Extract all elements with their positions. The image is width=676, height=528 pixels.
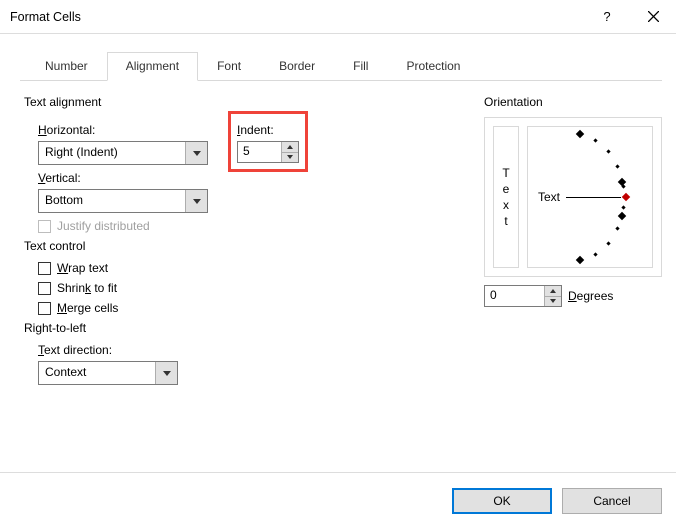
tab-protection[interactable]: Protection	[387, 52, 479, 81]
orientation-dial[interactable]: Text	[527, 126, 653, 268]
orientation-control[interactable]: T e x t Text	[484, 117, 662, 277]
spinner-down-icon[interactable]	[545, 296, 561, 307]
text-direction-select[interactable]: Context	[38, 361, 178, 385]
vertical-text-button[interactable]: T e x t	[493, 126, 519, 268]
orientation-title: Orientation	[484, 95, 662, 109]
spinner-up-icon[interactable]	[282, 142, 298, 152]
dial-line	[566, 197, 621, 198]
dial-tick	[618, 212, 626, 220]
checkbox-icon	[38, 302, 51, 315]
close-icon	[648, 11, 659, 22]
text-direction-value: Context	[39, 362, 155, 384]
horizontal-label: Horizontal:	[38, 123, 208, 137]
tabs: Number Alignment Font Border Fill Protec…	[20, 52, 662, 81]
shrink-check[interactable]: Shrink to fit	[38, 281, 464, 295]
cancel-button[interactable]: Cancel	[562, 488, 662, 514]
dial-pointer	[622, 193, 630, 201]
merge-check[interactable]: Merge cells	[38, 301, 464, 315]
dial-dot	[606, 149, 610, 153]
dial-dot	[621, 184, 625, 188]
checkbox-icon	[38, 282, 51, 295]
degrees-label: Degrees	[568, 289, 613, 303]
vertical-label: Vertical:	[38, 171, 208, 185]
spinner-down-icon[interactable]	[282, 152, 298, 163]
text-control-title: Text control	[24, 239, 464, 253]
checkbox-icon	[38, 262, 51, 275]
indent-highlight: Indent: 5	[228, 111, 308, 172]
dialog-footer: OK Cancel	[0, 472, 676, 528]
merge-label: Merge cells	[57, 301, 118, 315]
help-button[interactable]: ?	[584, 0, 630, 34]
degrees-value: 0	[485, 286, 544, 306]
shrink-label: Shrink to fit	[57, 281, 117, 295]
tab-number[interactable]: Number	[26, 52, 107, 81]
justify-distributed-label: Justify distributed	[57, 219, 150, 233]
indent-value: 5	[238, 142, 281, 162]
chevron-down-icon	[155, 362, 177, 384]
dial-tick	[576, 130, 584, 138]
dial-tick	[576, 256, 584, 264]
checkbox-icon	[38, 220, 51, 233]
chevron-down-icon	[185, 190, 207, 212]
titlebar: Format Cells ?	[0, 0, 676, 34]
dial-dot	[606, 241, 610, 245]
indent-spinner[interactable]: 5	[237, 141, 299, 163]
dial-dot	[593, 138, 597, 142]
rtl-title: Right-to-left	[24, 321, 464, 335]
dial-dot	[621, 205, 625, 209]
wrap-text-check[interactable]: Wrap text	[38, 261, 464, 275]
ok-button[interactable]: OK	[452, 488, 552, 514]
dial-text-label: Text	[538, 190, 560, 204]
wrap-text-label: Wrap text	[57, 261, 108, 275]
tab-font[interactable]: Font	[198, 52, 260, 81]
dialog-title: Format Cells	[10, 10, 584, 24]
dial-dot	[615, 226, 619, 230]
degrees-spinner[interactable]: 0	[484, 285, 562, 307]
text-alignment-title: Text alignment	[24, 95, 464, 109]
indent-label: Indent:	[237, 123, 299, 137]
dial-dot	[593, 252, 597, 256]
text-direction-label: Text direction:	[38, 343, 464, 357]
spinner-up-icon[interactable]	[545, 286, 561, 296]
chevron-down-icon	[185, 142, 207, 164]
vertical-value: Bottom	[39, 190, 185, 212]
justify-distributed-check: Justify distributed	[38, 219, 464, 233]
dial-dot	[615, 164, 619, 168]
tab-fill[interactable]: Fill	[334, 52, 387, 81]
vertical-select[interactable]: Bottom	[38, 189, 208, 213]
tab-alignment[interactable]: Alignment	[107, 52, 198, 81]
horizontal-select[interactable]: Right (Indent)	[38, 141, 208, 165]
close-button[interactable]	[630, 0, 676, 34]
tab-border[interactable]: Border	[260, 52, 334, 81]
horizontal-value: Right (Indent)	[39, 142, 185, 164]
